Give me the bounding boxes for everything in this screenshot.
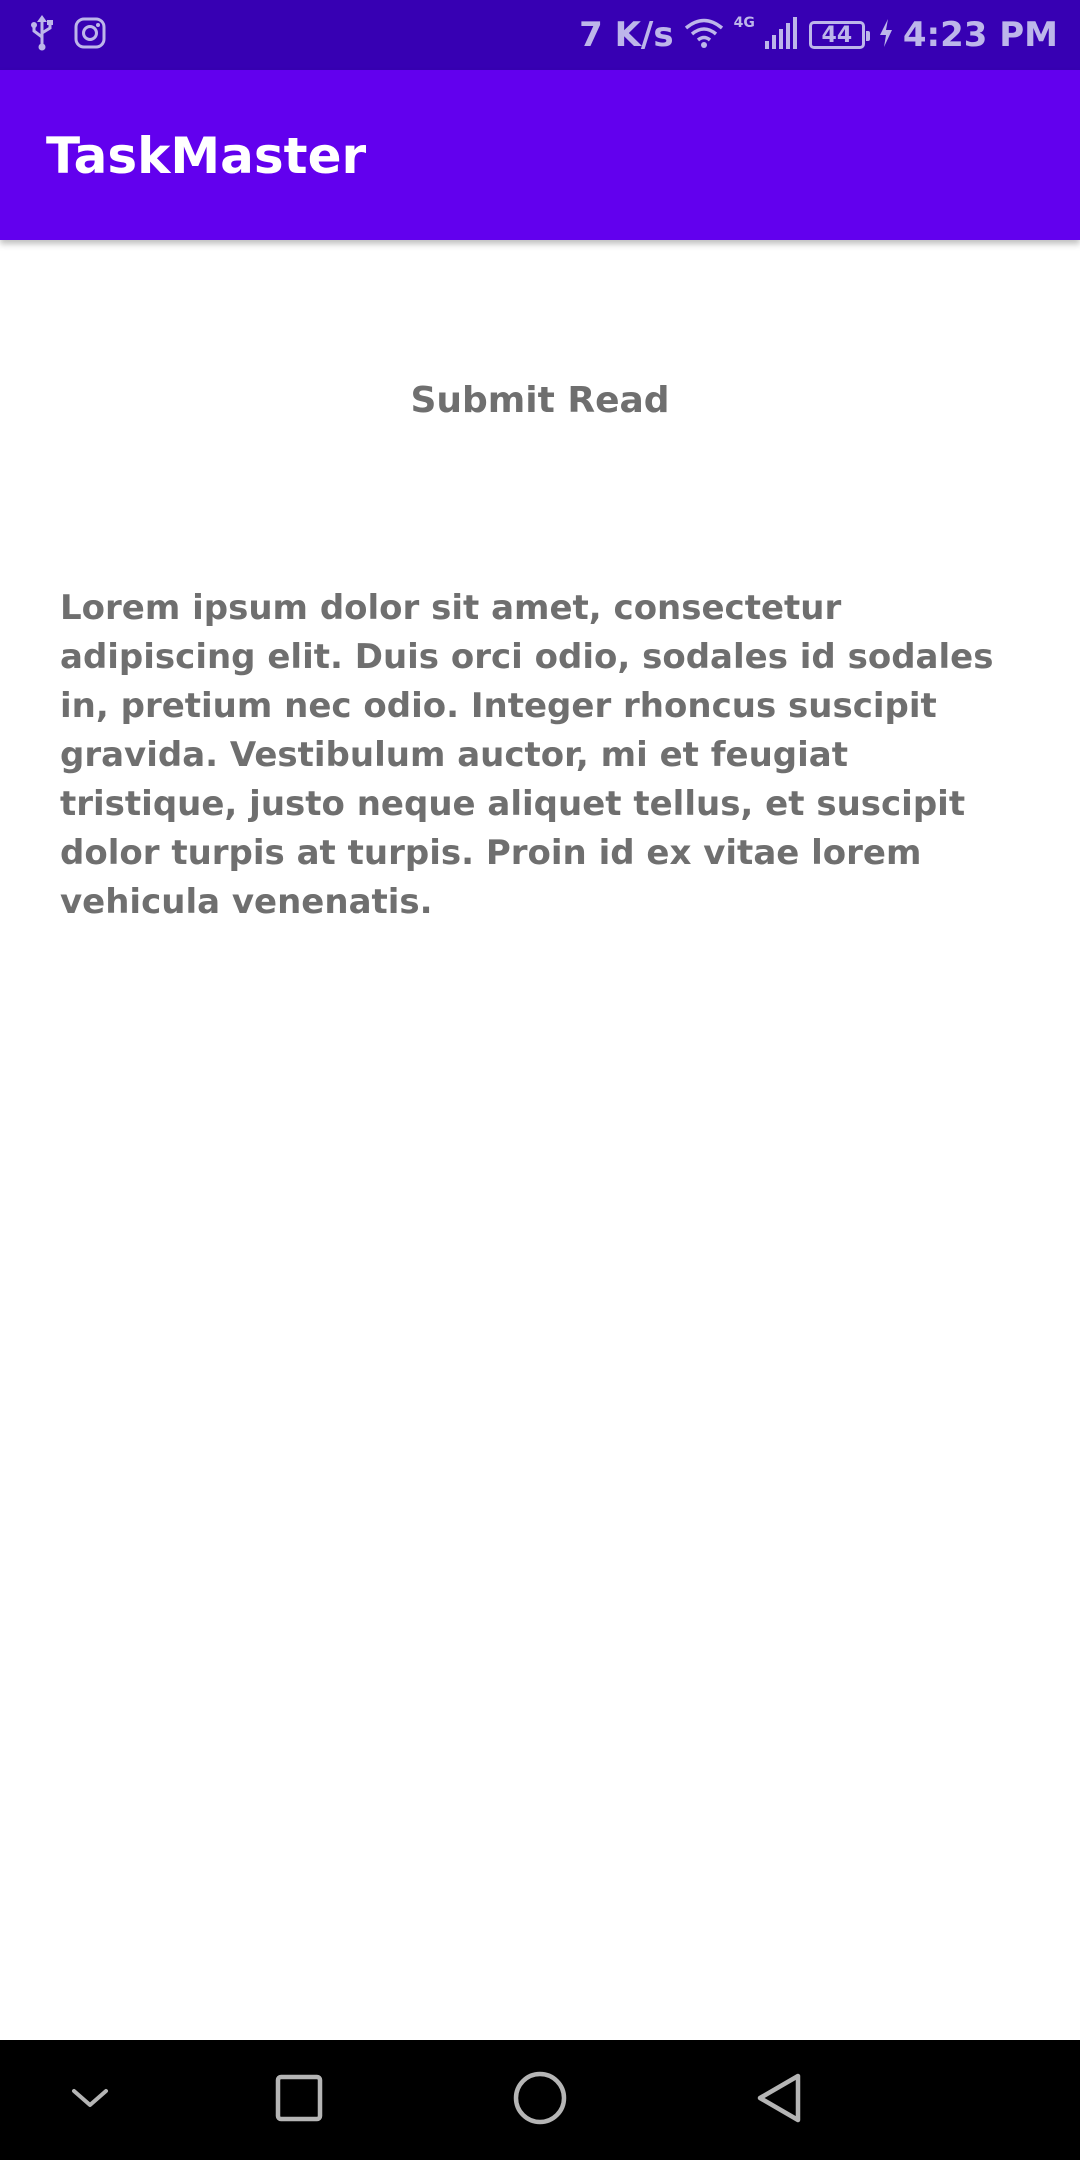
app-title: TaskMaster xyxy=(46,127,367,185)
back-button[interactable] xyxy=(740,2060,820,2140)
app-bar: TaskMaster xyxy=(0,70,1080,240)
chevron-down-icon xyxy=(68,2076,112,2124)
signal-icon xyxy=(764,17,799,53)
usb-icon xyxy=(30,15,54,55)
charging-icon xyxy=(879,19,893,51)
body-text: Lorem ipsum dolor sit amet, consectetur … xyxy=(60,588,994,922)
instagram-icon xyxy=(74,17,106,53)
wifi-icon xyxy=(684,17,724,53)
clock: 4:23 PM xyxy=(902,15,1058,55)
back-icon xyxy=(754,2072,806,2128)
recents-button[interactable] xyxy=(259,2060,339,2140)
recents-icon xyxy=(275,2074,323,2126)
hide-keyboard-button[interactable] xyxy=(50,2060,130,2140)
home-icon xyxy=(512,2070,568,2130)
screen: 7 K/s 4G 44 4:23 PM TaskMaster Submit Re… xyxy=(0,0,1080,2160)
battery-icon: 44 xyxy=(808,21,870,49)
status-right-icons: 7 K/s 4G 44 4:23 PM xyxy=(579,12,1058,58)
submit-read-button[interactable]: Submit Read xyxy=(0,376,1080,426)
network-type: 4G xyxy=(733,15,755,31)
status-left-icons xyxy=(30,12,106,58)
navigation-bar xyxy=(0,2040,1080,2160)
home-button[interactable] xyxy=(500,2060,580,2140)
battery-level: 44 xyxy=(821,22,853,48)
status-bar: 7 K/s 4G 44 4:23 PM xyxy=(0,0,1080,70)
network-speed: 7 K/s xyxy=(579,15,674,55)
